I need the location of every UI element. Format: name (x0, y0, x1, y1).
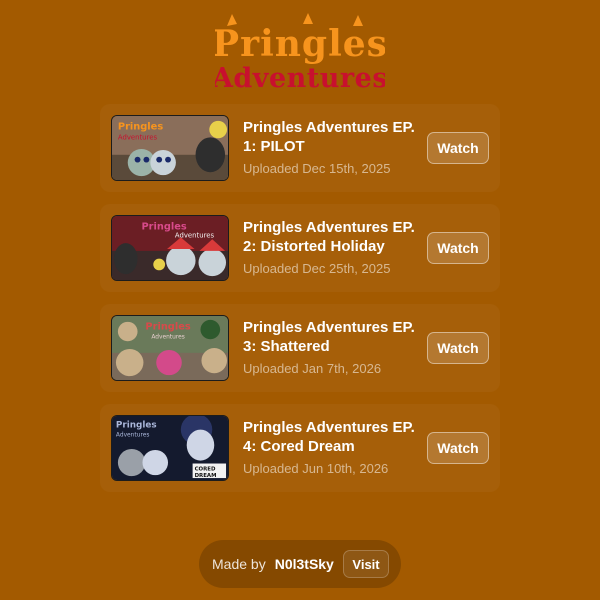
visit-button[interactable]: Visit (343, 550, 389, 578)
svg-text:Adventures: Adventures (118, 133, 158, 141)
svg-text:Adventures: Adventures (151, 334, 185, 340)
svg-text:CORED: CORED (195, 466, 216, 472)
episode-thumbnail[interactable]: Pringles Adventures (111, 215, 229, 281)
episode-upload-date: Uploaded Dec 15th, 2025 (243, 161, 391, 176)
pringles-adventures-logo: Pringles Adventures (0, 12, 600, 94)
episode-upload-date: Uploaded Jun 10th, 2026 (243, 461, 389, 476)
episode-card: Pringles Adventures Pringles Adventures … (100, 304, 500, 392)
watch-button[interactable]: Watch (427, 432, 489, 464)
episode-card: Pringles Adventures Pringles Adventures … (100, 104, 500, 192)
svg-text:DREAM: DREAM (195, 473, 217, 479)
watch-button[interactable]: Watch (427, 232, 489, 264)
episode-title: Pringles Adventures EP. 3: Shattered (243, 319, 415, 355)
episode-title: Pringles Adventures EP. 2: Distorted Hol… (243, 219, 415, 255)
author-name: N0l3tSky (274, 556, 334, 572)
watch-button[interactable]: Watch (427, 132, 489, 164)
credits-footer: Made by N0l3tSky Visit (199, 540, 401, 588)
logo-title-line2: Adventures (215, 63, 385, 94)
watch-button[interactable]: Watch (427, 332, 489, 364)
episode-thumbnail[interactable]: Pringles Adventures (111, 115, 229, 181)
svg-text:Pringles: Pringles (116, 421, 157, 431)
episode-card: Pringles Adventures Pringles Adventures … (100, 204, 500, 292)
episode-upload-date: Uploaded Jan 7th, 2026 (243, 361, 382, 376)
svg-text:Pringles: Pringles (145, 322, 190, 333)
episode-list: Pringles Adventures Pringles Adventures … (100, 104, 500, 504)
made-by-label: Made by (212, 556, 266, 572)
episode-upload-date: Uploaded Dec 25th, 2025 (243, 261, 391, 276)
logo-title-line1: Pringles (215, 23, 385, 65)
episode-title: Pringles Adventures EP. 4: Cored Dream (243, 419, 415, 455)
svg-text:Pringles: Pringles (118, 122, 163, 133)
episode-thumbnail[interactable]: Pringles Adventures (111, 315, 229, 381)
episode-card: Pringles Adventures CORED DREAM Pringles… (100, 404, 500, 492)
episode-title: Pringles Adventures EP. 1: PILOT (243, 119, 415, 155)
svg-text:Adventures: Adventures (116, 432, 150, 438)
episode-thumbnail[interactable]: Pringles Adventures CORED DREAM (111, 415, 229, 481)
